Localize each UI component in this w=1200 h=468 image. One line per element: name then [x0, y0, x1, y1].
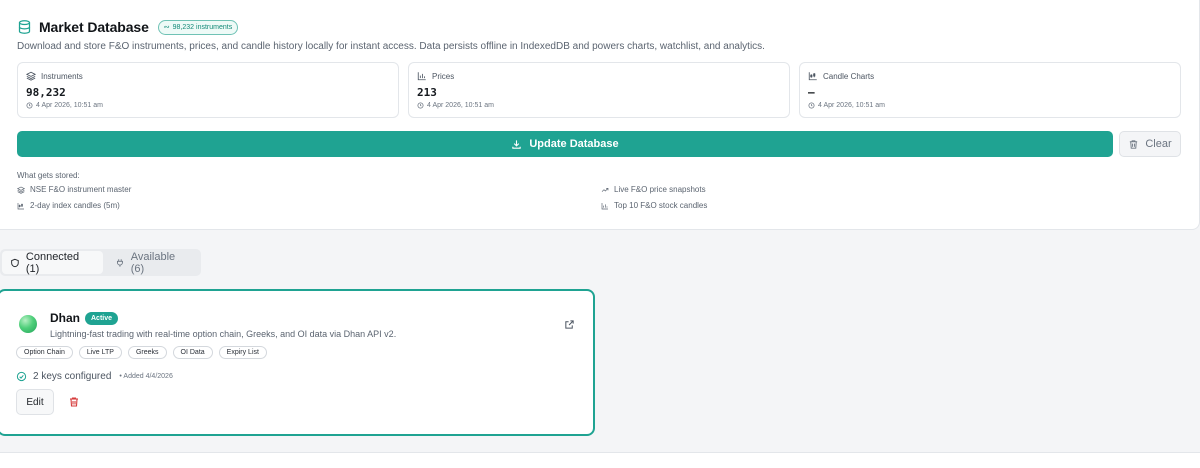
market-database-description: Download and store F&O instruments, pric…	[17, 41, 765, 52]
stored-item: 2-day index candles (5m)	[17, 201, 120, 210]
capability-tag: Option Chain	[16, 346, 73, 359]
delete-icon[interactable]	[68, 396, 80, 408]
shield-icon	[11, 258, 19, 267]
stat-label: Prices	[432, 71, 455, 81]
clear-database-label: Clear	[1145, 138, 1172, 150]
market-database-title: Market Database	[39, 19, 149, 35]
stat-card-instruments: Instruments 98,232 4 Apr 2026, 10:51 am	[17, 62, 399, 118]
stat-label-row: Prices	[417, 71, 454, 81]
capability-tag: Greeks	[127, 346, 167, 359]
next-section-card	[0, 452, 1200, 468]
tab-available[interactable]: Available (6)	[107, 250, 199, 275]
bar-chart-icon	[417, 72, 426, 81]
stat-timestamp-row: 4 Apr 2026, 10:51 am	[808, 102, 885, 109]
stat-value: 213	[417, 86, 437, 99]
stored-item-label: Top 10 F&O stock candles	[614, 201, 708, 210]
download-icon	[512, 139, 522, 149]
clock-icon	[417, 102, 424, 109]
plug-icon	[116, 258, 123, 267]
layers-icon	[17, 186, 25, 194]
stat-card-prices: Prices 213 4 Apr 2026, 10:51 am	[408, 62, 790, 118]
external-link-icon[interactable]	[564, 319, 575, 330]
check-circle-icon	[16, 371, 27, 382]
tab-available-label: Available (6)	[130, 250, 176, 275]
instrument-count-badge: ∾ 98,232 instruments	[157, 19, 239, 35]
stat-timestamp: 4 Apr 2026, 10:51 am	[818, 102, 885, 109]
edit-button[interactable]: Edit	[16, 389, 54, 415]
stored-item: NSE F&O instrument master	[17, 185, 131, 194]
capability-tag: OI Data	[172, 346, 213, 359]
stat-label: Instruments	[41, 71, 83, 81]
stat-value: —	[808, 86, 815, 99]
capability-tag: Live LTP	[78, 346, 122, 359]
capability-tags: Option Chain Live LTP Greeks OI Data Exp…	[16, 346, 267, 359]
stored-title: What gets stored:	[17, 171, 80, 180]
stat-timestamp-row: 4 Apr 2026, 10:51 am	[26, 102, 103, 109]
keys-configured-text: 2 keys configured	[33, 371, 112, 382]
tab-connected-label: Connected (1)	[25, 250, 80, 275]
trend-up-icon	[601, 187, 609, 192]
stat-timestamp: 4 Apr 2026, 10:51 am	[36, 102, 103, 109]
candle-chart-icon	[17, 202, 24, 209]
broker-card-dhan: Dhan Active Lightning-fast trading with …	[0, 289, 595, 436]
clear-database-button[interactable]: Clear	[1119, 131, 1181, 157]
candle-chart-icon	[808, 72, 817, 81]
broker-name: Dhan	[50, 311, 80, 325]
stored-item: Live F&O price snapshots	[601, 185, 706, 194]
clock-icon	[808, 102, 815, 109]
stat-label-row: Instruments	[26, 71, 83, 81]
stat-label: Candle Charts	[823, 71, 875, 81]
database-icon	[17, 19, 32, 35]
stored-item-label: NSE F&O instrument master	[30, 185, 132, 194]
keys-configured-row: 2 keys configured • Added 4/4/2026	[16, 371, 173, 382]
clock-icon	[26, 102, 33, 109]
stat-timestamp-row: 4 Apr 2026, 10:51 am	[417, 102, 494, 109]
broker-tabs: Connected (1) Available (6)	[0, 249, 201, 276]
update-database-button[interactable]: Update Database	[17, 131, 1113, 157]
layers-icon	[26, 71, 36, 81]
stat-label-row: Candle Charts	[808, 71, 874, 81]
market-database-card: Market Database ∾ 98,232 instruments Dow…	[0, 0, 1200, 230]
trash-icon	[1130, 139, 1138, 149]
stat-card-candle-charts: Candle Charts — 4 Apr 2026, 10:51 am	[799, 62, 1181, 118]
tab-connected[interactable]: Connected (1)	[2, 250, 103, 275]
stat-timestamp: 4 Apr 2026, 10:51 am	[427, 102, 494, 109]
dhan-logo	[19, 315, 37, 333]
capability-tag: Expiry List	[218, 346, 267, 359]
stored-item-label: 2-day index candles (5m)	[30, 201, 120, 210]
stat-value: 98,232	[26, 86, 66, 99]
market-database-header: Market Database ∾ 98,232 instruments	[17, 19, 239, 35]
stored-item: Top 10 F&O stock candles	[601, 201, 707, 210]
update-database-label: Update Database	[529, 138, 619, 150]
instrument-count-text: 98,232 instruments	[172, 23, 233, 31]
status-badge: Active	[85, 312, 119, 325]
activity-icon: ∾	[163, 24, 170, 31]
bar-chart-icon	[601, 202, 608, 209]
added-date: • Added 4/4/2026	[119, 373, 173, 380]
stored-item-label: Live F&O price snapshots	[614, 185, 706, 194]
broker-description: Lightning-fast trading with real-time op…	[50, 329, 397, 339]
